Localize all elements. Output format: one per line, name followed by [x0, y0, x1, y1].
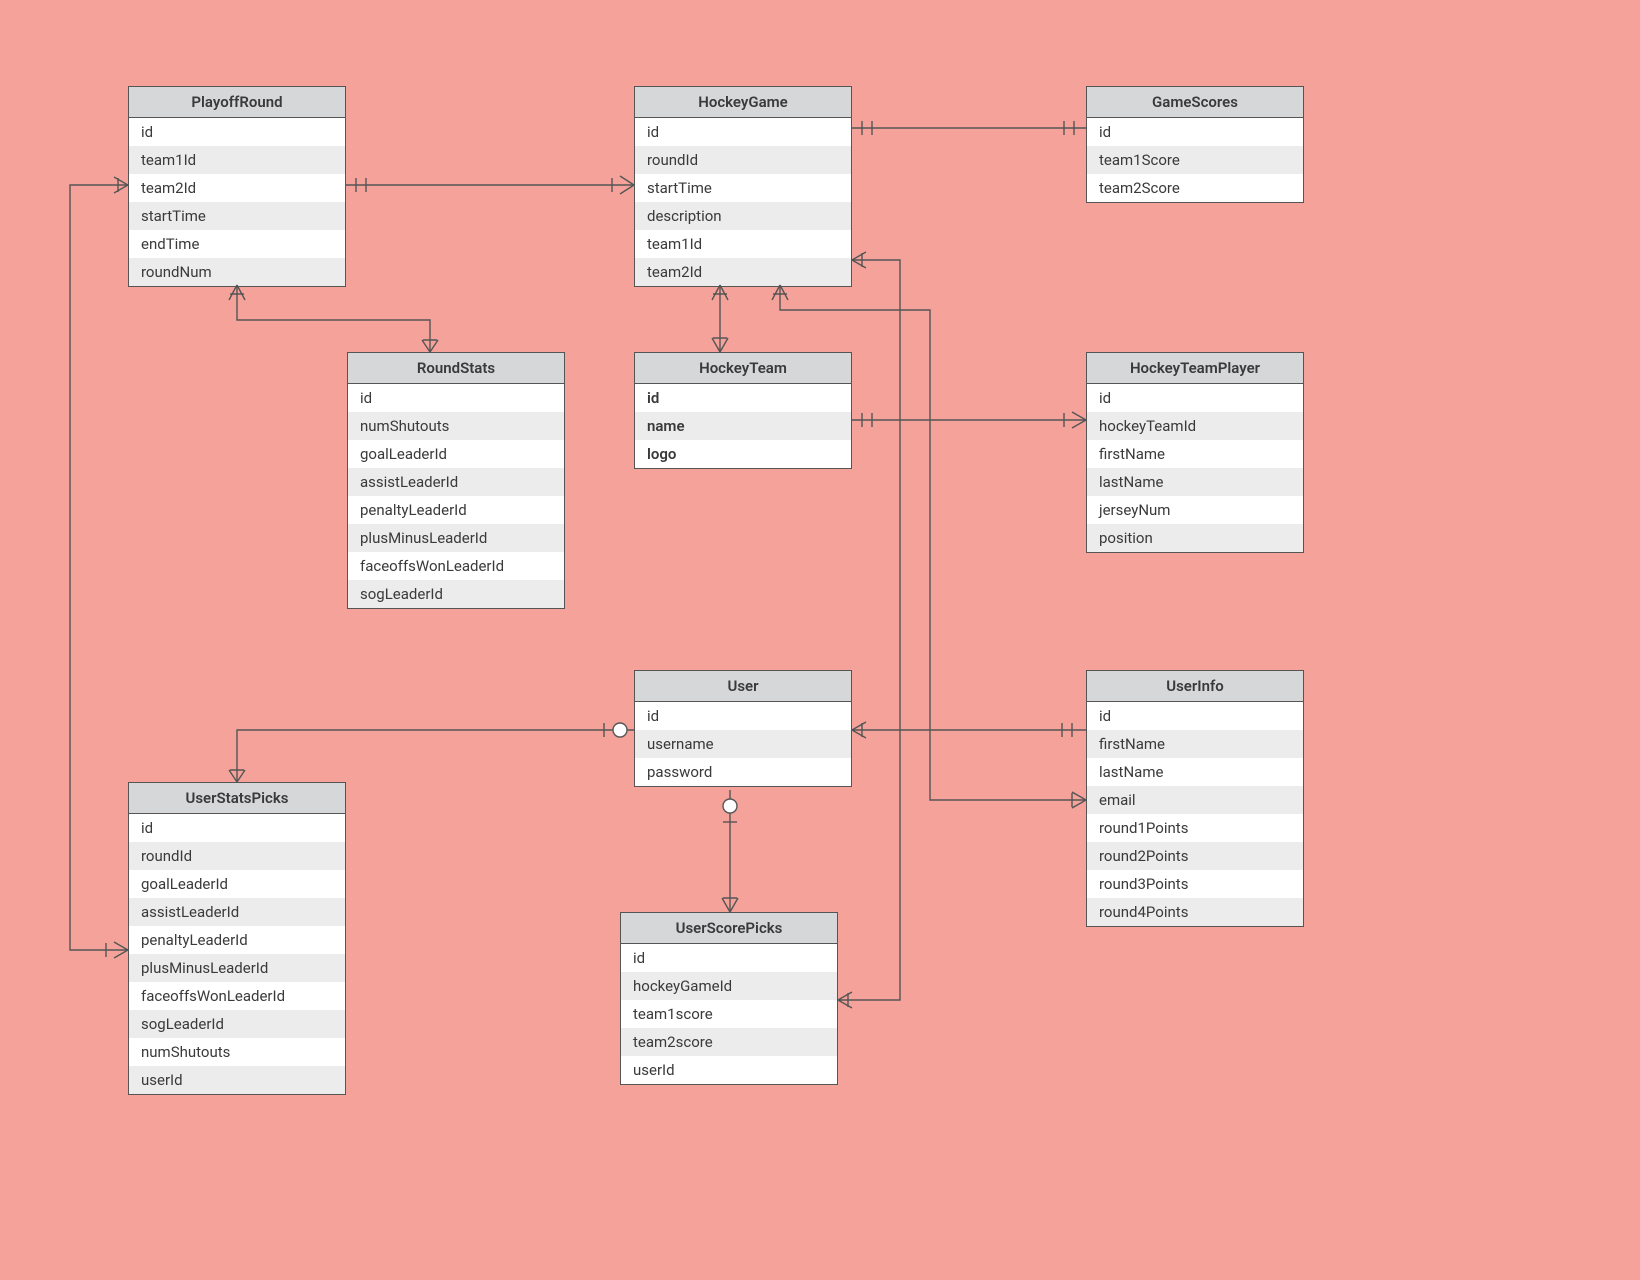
field: roundNum	[129, 258, 345, 286]
field: position	[1087, 524, 1303, 552]
entity-title: HockeyGame	[635, 87, 851, 118]
field: endTime	[129, 230, 345, 258]
field: username	[635, 730, 851, 758]
entity-title: UserScorePicks	[621, 913, 837, 944]
field: id	[1087, 118, 1303, 146]
field: id	[635, 118, 851, 146]
field: sogLeaderId	[129, 1010, 345, 1038]
field: team2Id	[129, 174, 345, 202]
field: round3Points	[1087, 870, 1303, 898]
field: numShutouts	[129, 1038, 345, 1066]
field: firstName	[1087, 440, 1303, 468]
field: lastName	[1087, 758, 1303, 786]
field: team2Id	[635, 258, 851, 286]
field: plusMinusLeaderId	[348, 524, 564, 552]
field: goalLeaderId	[348, 440, 564, 468]
field: team1score	[621, 1000, 837, 1028]
field: team2score	[621, 1028, 837, 1056]
entity-title: HockeyTeam	[635, 353, 851, 384]
field: startTime	[129, 202, 345, 230]
entity-title: RoundStats	[348, 353, 564, 384]
entity-title: User	[635, 671, 851, 702]
field: assistLeaderId	[348, 468, 564, 496]
field: round4Points	[1087, 898, 1303, 926]
entity-user-info: UserInfo id firstName lastName email rou…	[1086, 670, 1304, 927]
entity-hockey-team: HockeyTeam id name logo	[634, 352, 852, 469]
field: id	[635, 702, 851, 730]
field: name	[635, 412, 851, 440]
field: id	[635, 384, 851, 412]
entity-hockey-team-player: HockeyTeamPlayer id hockeyTeamId firstNa…	[1086, 352, 1304, 553]
field: userId	[621, 1056, 837, 1084]
field: faceoffsWonLeaderId	[348, 552, 564, 580]
entity-title: PlayoffRound	[129, 87, 345, 118]
field: penaltyLeaderId	[348, 496, 564, 524]
field: id	[348, 384, 564, 412]
field: jerseyNum	[1087, 496, 1303, 524]
field: sogLeaderId	[348, 580, 564, 608]
entity-user: User id username password	[634, 670, 852, 787]
field: assistLeaderId	[129, 898, 345, 926]
field: id	[621, 944, 837, 972]
field: round2Points	[1087, 842, 1303, 870]
entity-round-stats: RoundStats id numShutouts goalLeaderId a…	[347, 352, 565, 609]
field: firstName	[1087, 730, 1303, 758]
field: numShutouts	[348, 412, 564, 440]
field: round1Points	[1087, 814, 1303, 842]
entity-title: GameScores	[1087, 87, 1303, 118]
field: goalLeaderId	[129, 870, 345, 898]
entity-hockey-game: HockeyGame id roundId startTime descript…	[634, 86, 852, 287]
field: team1Score	[1087, 146, 1303, 174]
field: logo	[635, 440, 851, 468]
field: lastName	[1087, 468, 1303, 496]
field: penaltyLeaderId	[129, 926, 345, 954]
field: team2Score	[1087, 174, 1303, 202]
field: team1Id	[635, 230, 851, 258]
field: email	[1087, 786, 1303, 814]
entity-game-scores: GameScores id team1Score team2Score	[1086, 86, 1304, 203]
field: startTime	[635, 174, 851, 202]
field: plusMinusLeaderId	[129, 954, 345, 982]
field: hockeyGameId	[621, 972, 837, 1000]
entity-title: HockeyTeamPlayer	[1087, 353, 1303, 384]
field: password	[635, 758, 851, 786]
field: team1Id	[129, 146, 345, 174]
field: id	[129, 118, 345, 146]
entity-user-stats-picks: UserStatsPicks id roundId goalLeaderId a…	[128, 782, 346, 1095]
entity-playoff-round: PlayoffRound id team1Id team2Id startTim…	[128, 86, 346, 287]
field: id	[1087, 702, 1303, 730]
entity-title: UserStatsPicks	[129, 783, 345, 814]
field: hockeyTeamId	[1087, 412, 1303, 440]
field: description	[635, 202, 851, 230]
field: id	[1087, 384, 1303, 412]
entity-title: UserInfo	[1087, 671, 1303, 702]
field: roundId	[129, 842, 345, 870]
entity-user-score-picks: UserScorePicks id hockeyGameId team1scor…	[620, 912, 838, 1085]
field: userId	[129, 1066, 345, 1094]
field: roundId	[635, 146, 851, 174]
field: faceoffsWonLeaderId	[129, 982, 345, 1010]
field: id	[129, 814, 345, 842]
